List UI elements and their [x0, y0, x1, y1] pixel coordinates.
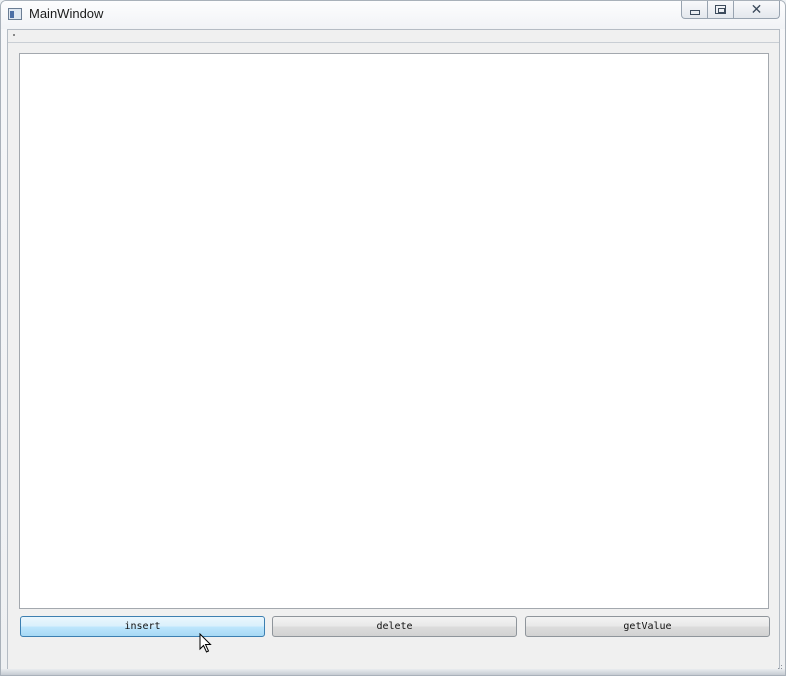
- minimize-button[interactable]: [681, 1, 708, 19]
- menu-bar-handle: [13, 34, 15, 36]
- caption-buttons: ✕: [681, 1, 780, 20]
- window-title: MainWindow: [29, 6, 104, 21]
- central-widget: insert delete getValue: [7, 29, 780, 670]
- app-window-icon: [8, 8, 22, 20]
- mouse-pointer-icon: [199, 633, 212, 653]
- menu-bar[interactable]: [8, 30, 779, 43]
- window-bottom-border: [1, 669, 785, 675]
- close-button[interactable]: ✕: [734, 1, 780, 19]
- minimize-icon: [689, 10, 700, 15]
- close-icon: ✕: [750, 1, 763, 18]
- delete-button[interactable]: delete: [272, 616, 517, 637]
- insert-button[interactable]: insert: [20, 616, 265, 637]
- maximize-button[interactable]: [708, 1, 734, 19]
- getvalue-button[interactable]: getValue: [525, 616, 770, 637]
- list-widget[interactable]: [19, 53, 769, 609]
- restore-icon: [715, 5, 726, 14]
- title-bar[interactable]: MainWindow ✕: [1, 1, 785, 29]
- main-window: MainWindow ✕ insert delete getValue: [0, 0, 786, 676]
